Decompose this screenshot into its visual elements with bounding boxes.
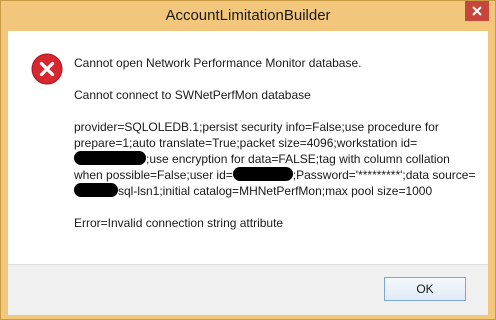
redaction-mark: [74, 183, 118, 197]
redaction-mark: [232, 167, 293, 181]
connection-string-part4: sql-lsn1;initial catalog=MHNetPerfMon;ma…: [118, 184, 433, 198]
title-bar[interactable]: AccountLimitationBuilder: [1, 1, 495, 31]
window-title: AccountLimitationBuilder: [165, 7, 331, 24]
redaction-mark: [74, 151, 146, 165]
error-icon: [31, 53, 63, 85]
close-icon: [465, 1, 489, 21]
error-text: Error=Invalid connection string attribut…: [74, 216, 284, 230]
message-title: Cannot open Network Performance Monitor …: [74, 56, 362, 70]
close-button[interactable]: [465, 1, 489, 21]
ok-button[interactable]: OK: [384, 277, 466, 301]
connection-string-part1: provider=SQLOLEDB.1;persist security inf…: [74, 120, 439, 150]
message-content: Cannot open Network Performance Monitor …: [74, 55, 478, 231]
connection-string-part3: ;Password='*********';data source=: [292, 168, 476, 182]
dialog-window: AccountLimitationBuilder Cannot open Net…: [0, 0, 496, 320]
message-subtitle: Cannot connect to SWNetPerfMon database: [74, 88, 311, 102]
connection-string: provider=SQLOLEDB.1;persist security inf…: [74, 119, 478, 199]
button-bar: OK: [8, 264, 488, 315]
